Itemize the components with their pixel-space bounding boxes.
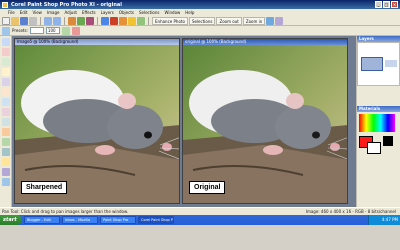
window-title: Corel Paint Shop Pro Photo XI - original (11, 1, 122, 8)
taskbar-item[interactable]: Corel Paint Shop Pro (138, 216, 174, 224)
menu-image[interactable]: Image (47, 10, 60, 15)
standard-toolbar: Enhance Photo Selections Zoom out Zoom i… (0, 16, 400, 26)
color-picker[interactable] (359, 114, 395, 132)
image-canvas[interactable]: Original (183, 45, 347, 203)
dodge-icon[interactable] (1, 128, 10, 136)
pen-tool-icon[interactable] (1, 178, 10, 186)
color-balance-icon[interactable] (137, 16, 145, 25)
materials-panel[interactable] (357, 112, 400, 168)
toolbar-divider (64, 16, 65, 25)
rat-photo (183, 45, 347, 203)
browse-icon[interactable] (68, 16, 76, 25)
shape-tool-icon[interactable] (1, 168, 10, 176)
scanner-icon[interactable] (86, 16, 94, 25)
menu-edit[interactable]: Edit (20, 10, 28, 15)
taskbar-item[interactable]: Inbox - Mozilla (62, 216, 98, 224)
menu-objects[interactable]: Objects (119, 10, 134, 15)
undo-icon[interactable] (44, 16, 52, 25)
menu-selections[interactable]: Selections (139, 10, 160, 15)
zoom-out-button[interactable]: Zoom out (216, 16, 242, 25)
toolbar-divider (97, 16, 98, 25)
toolbar-divider (40, 16, 41, 25)
zoom-field[interactable]: 100 (45, 27, 60, 34)
pan-tool-icon[interactable] (1, 38, 10, 46)
pick-tool-icon[interactable] (1, 48, 10, 56)
taskbar-item[interactable]: Paint Shop Pro (100, 216, 136, 224)
zoom-less-icon[interactable] (71, 26, 80, 35)
selections-button[interactable]: Selections (188, 16, 216, 25)
enhance-photo-button[interactable]: Enhance Photo (152, 16, 188, 25)
brightness-icon[interactable] (128, 16, 136, 25)
app-icon (2, 1, 8, 8)
minimize-button[interactable]: _ (375, 1, 382, 8)
presets-label: Presets: (12, 28, 28, 33)
red-eye-tool-icon[interactable] (1, 98, 10, 106)
print-icon[interactable] (29, 16, 37, 25)
background-swatch[interactable] (367, 142, 381, 154)
eraser-icon[interactable] (1, 138, 10, 146)
toolbar-divider (148, 16, 149, 25)
layer-thumbnail[interactable] (361, 57, 383, 71)
rat-photo (15, 45, 179, 203)
palettes-icon[interactable] (275, 16, 284, 25)
workspace: Image5 @ 100% (Background) Sharpened ori… (12, 36, 356, 207)
style-swatch[interactable] (383, 136, 393, 146)
image-canvas[interactable]: Sharpened (15, 45, 179, 203)
photo-caption: Sharpened (21, 181, 68, 194)
right-palettes: Layers Materials (356, 36, 400, 207)
maximize-button[interactable]: □ (383, 1, 390, 8)
layer-row[interactable] (385, 60, 397, 67)
zoom-more-icon[interactable] (61, 26, 70, 35)
straighten-icon[interactable] (1, 88, 10, 96)
system-tray-clock[interactable]: 4:47 PM (368, 215, 400, 225)
redo-icon[interactable] (53, 16, 61, 25)
title-bar: Corel Paint Shop Pro Photo XI - original… (0, 0, 400, 9)
layers-panel[interactable] (357, 42, 400, 86)
document-window-original[interactable]: original @ 100% (Background) Original (182, 38, 348, 204)
text-tool-icon[interactable] (1, 158, 10, 166)
menu-help[interactable]: Help (185, 10, 194, 15)
start-button[interactable]: start (0, 215, 22, 225)
status-text: Pan Tool: Click and drag to pan images l… (2, 209, 129, 214)
menu-effects[interactable]: Effects (82, 10, 96, 15)
status-bar: Pan Tool: Click and drag to pan images l… (0, 207, 400, 215)
tools-toolbar (0, 36, 12, 207)
clone-brush-icon[interactable] (1, 118, 10, 126)
red-eye-icon[interactable] (110, 16, 118, 25)
menu-adjust[interactable]: Adjust (64, 10, 77, 15)
new-file-icon[interactable] (2, 16, 10, 25)
paint-brush-icon[interactable] (1, 108, 10, 116)
close-button[interactable]: × (391, 1, 398, 8)
one-step-fix-icon[interactable] (119, 16, 127, 25)
grid-icon[interactable] (266, 16, 275, 25)
taskbar-item[interactable]: Blogger - Edit (24, 216, 60, 224)
document-window-sharpened[interactable]: Image5 @ 100% (Background) Sharpened (14, 38, 180, 204)
desktop-strip (0, 225, 400, 250)
menu-layers[interactable]: Layers (101, 10, 114, 15)
menu-view[interactable]: View (32, 10, 42, 15)
dropper-icon[interactable] (1, 68, 10, 76)
taskbar: start Blogger - Edit Inbox - Mozilla Pai… (0, 215, 400, 250)
photo-caption: Original (189, 181, 226, 194)
open-folder-icon[interactable] (11, 16, 19, 25)
crop-tool-icon[interactable] (1, 78, 10, 86)
pan-tool-icon (2, 26, 10, 35)
crop-icon[interactable] (101, 16, 109, 25)
save-icon[interactable] (20, 16, 28, 25)
selection-tool-icon[interactable] (1, 58, 10, 66)
camera-icon[interactable] (77, 16, 85, 25)
menu-bar: File Edit View Image Adjust Effects Laye… (0, 9, 400, 16)
menu-window[interactable]: Window (165, 10, 181, 15)
menu-file[interactable]: File (8, 10, 15, 15)
presets-dropdown[interactable] (29, 27, 44, 34)
zoom-in-button[interactable]: Zoom in (242, 16, 266, 25)
tool-options-bar: Presets: 100 (0, 26, 400, 36)
flood-fill-icon[interactable] (1, 148, 10, 156)
